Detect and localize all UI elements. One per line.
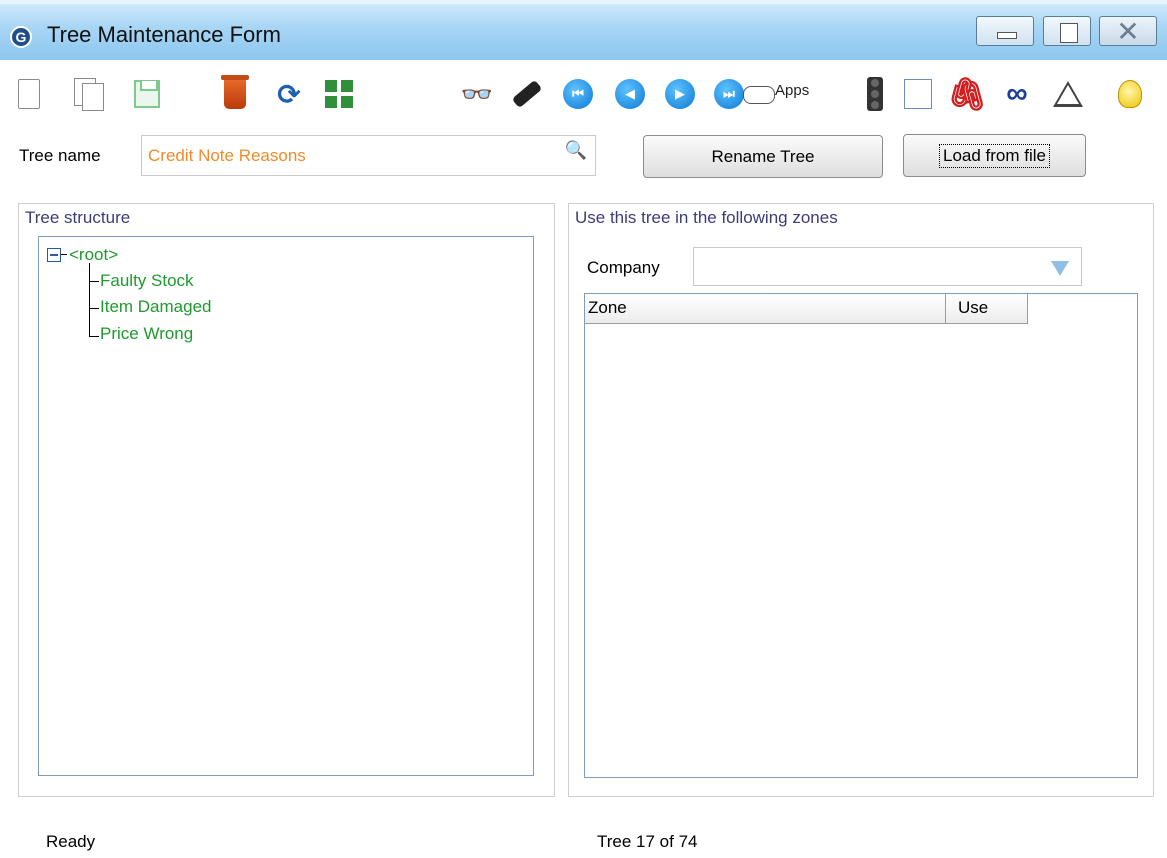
company-label: Company: [587, 258, 660, 277]
maximize-button[interactable]: [1043, 16, 1091, 46]
first-record-icon[interactable]: ⏮: [561, 76, 595, 112]
search-icon[interactable]: 🔍: [565, 140, 587, 161]
dropdown-arrow-icon[interactable]: [1051, 261, 1069, 276]
attachment-icon[interactable]: 🖇: [947, 76, 988, 112]
new-document-icon[interactable]: [12, 76, 46, 112]
binoculars-icon[interactable]: 👓: [460, 76, 494, 112]
tree-name-value: Credit Note Reasons: [148, 146, 306, 165]
close-button[interactable]: ✕: [1099, 16, 1157, 47]
tree-structure-group: Tree structure <root> Faulty Stock Item …: [18, 203, 555, 797]
warning-icon[interactable]: [1051, 76, 1085, 112]
tree-line: [89, 281, 99, 282]
tree-node-child[interactable]: Item Damaged: [100, 297, 212, 317]
window-title: Tree Maintenance Form: [47, 22, 281, 47]
zones-title: Use this tree in the following zones: [575, 208, 838, 227]
tree-node-root[interactable]: <root>: [69, 245, 118, 265]
tree-structure-title: Tree structure: [25, 208, 131, 227]
note-icon[interactable]: [901, 76, 935, 112]
link-icon[interactable]: ∞: [1000, 76, 1034, 112]
tree-line: [89, 308, 99, 309]
previous-record-icon[interactable]: ◀: [613, 76, 647, 112]
tree-name-label: Tree name: [19, 146, 101, 165]
tree-line: [61, 254, 67, 255]
flashlight-icon[interactable]: [510, 76, 544, 112]
tree-node-child[interactable]: Price Wrong: [100, 324, 193, 344]
zones-group: Use this tree in the following zones Com…: [568, 203, 1154, 797]
column-header-use[interactable]: Use: [946, 294, 1028, 324]
close-icon: ✕: [1116, 16, 1140, 47]
tree-line: [89, 336, 99, 337]
app-logo-icon: G: [10, 26, 32, 48]
apps-icon[interactable]: Apps: [775, 82, 809, 99]
delete-icon[interactable]: [218, 75, 252, 112]
next-record-icon[interactable]: ▶: [663, 76, 697, 112]
last-record-icon[interactable]: ⏭: [712, 76, 746, 112]
traffic-light-icon[interactable]: [858, 76, 892, 112]
minimize-button[interactable]: [976, 16, 1034, 46]
lightbulb-icon[interactable]: [1113, 76, 1147, 112]
refresh-icon[interactable]: ⟳: [272, 76, 306, 112]
tree-view[interactable]: <root> Faulty Stock Item Damaged Price W…: [38, 236, 534, 776]
zones-table[interactable]: Zone Use: [584, 293, 1138, 778]
status-text: Ready: [46, 832, 96, 851]
column-header-zone[interactable]: Zone: [585, 294, 946, 324]
rename-tree-button[interactable]: Rename Tree: [643, 135, 883, 178]
load-from-file-button[interactable]: Load from file: [903, 134, 1086, 177]
copy-document-icon[interactable]: [72, 76, 106, 112]
record-counter: Tree 17 of 74: [597, 832, 698, 851]
apps-hand-icon[interactable]: [743, 86, 775, 104]
save-icon[interactable]: [130, 76, 164, 112]
tree-name-input[interactable]: Credit Note Reasons 🔍: [141, 135, 596, 176]
tree-line: [89, 263, 90, 337]
company-select[interactable]: [693, 247, 1082, 286]
collapse-icon[interactable]: [47, 248, 61, 262]
title-bar: G Tree Maintenance Form ✕: [0, 4, 1167, 60]
tree-grid-icon[interactable]: [322, 76, 356, 112]
tree-node-child[interactable]: Faulty Stock: [100, 271, 194, 291]
toolbar: ⟳ 👓 ⏮ ◀ ▶ ⏭ Apps 🖇 ∞: [0, 68, 1167, 118]
